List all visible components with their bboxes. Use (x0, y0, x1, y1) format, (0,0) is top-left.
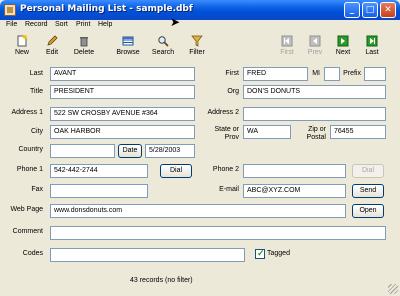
email-label: E-mail (219, 186, 239, 193)
address1-field[interactable]: 522 SW CROSBY AVENUE #364 (50, 107, 195, 121)
open-webpage-button[interactable]: Open (352, 204, 384, 218)
magnifier-icon (158, 36, 169, 47)
pencil-icon (47, 35, 58, 46)
first-record-icon (281, 35, 293, 47)
fax-label: Fax (31, 186, 43, 193)
trash-icon (80, 37, 88, 47)
menu-help[interactable]: Help (98, 21, 112, 28)
address1-label: Address 1 (11, 109, 43, 116)
status-text: 43 records (no filter) (130, 277, 193, 284)
fax-field[interactable] (50, 184, 148, 198)
tagged-checkbox[interactable] (255, 248, 265, 259)
dial-phone1-button[interactable]: Dial (160, 164, 192, 178)
country-field[interactable] (50, 144, 115, 158)
edit-button[interactable]: Edit (35, 33, 69, 63)
menu-file[interactable]: File (6, 21, 17, 28)
maximize-button[interactable]: □ (362, 2, 378, 18)
tagged-label: Tagged (267, 250, 290, 257)
dial-phone2-button[interactable]: Dial (352, 164, 384, 178)
phone2-field[interactable] (243, 164, 346, 178)
webpage-field[interactable]: www.donsdonuts.com (50, 204, 346, 218)
state-label: State or Prov (214, 126, 239, 141)
delete-label: Delete (73, 49, 95, 56)
resize-grip-icon[interactable] (388, 284, 398, 294)
prefix-label: Prefix (343, 70, 361, 77)
first-name-field[interactable]: FRED (243, 67, 308, 81)
last-name-label: Last (29, 70, 43, 77)
menu-bar: File Record Sort Print Help (0, 20, 400, 31)
address2-field[interactable] (243, 107, 386, 121)
menu-print[interactable]: Print (76, 21, 90, 28)
title-field[interactable]: PRESIDENT (50, 85, 195, 99)
menu-record[interactable]: Record (25, 21, 48, 28)
delete-button[interactable]: Delete (67, 33, 101, 63)
codes-label: Codes (22, 250, 43, 257)
edit-label: Edit (45, 49, 59, 56)
zip-field[interactable]: 76455 (330, 125, 386, 139)
last-name-field[interactable]: AVANT (50, 67, 195, 81)
phone1-label: Phone 1 (16, 166, 43, 173)
webpage-label: Web Page (10, 206, 43, 213)
city-label: City (30, 128, 43, 135)
browse-button[interactable]: Browse (111, 33, 145, 63)
next-record-icon (337, 35, 349, 47)
middle-initial-field[interactable] (324, 67, 340, 81)
prefix-field[interactable] (364, 67, 386, 81)
new-button[interactable]: New (5, 33, 39, 63)
date-field[interactable]: 5/28/2003 (145, 144, 195, 158)
date-button[interactable]: Date (118, 144, 142, 158)
email-field[interactable]: ABC@XYZ.COM (243, 184, 346, 198)
last-label: Last (365, 49, 379, 56)
org-field[interactable]: DON'S DONUTS (243, 85, 386, 99)
minimize-button[interactable]: _ (344, 2, 360, 18)
last-button[interactable]: Last (355, 33, 389, 63)
title-label: Title (30, 88, 43, 95)
last-record-icon (366, 35, 378, 47)
window-title: Personal Mailing List - sample.dbf (20, 4, 193, 14)
address2-label: Address 2 (207, 109, 239, 116)
org-label: Org (227, 88, 239, 95)
app-icon[interactable] (4, 4, 16, 16)
zip-label: Zip or Postal (306, 126, 326, 141)
new-document-icon (17, 35, 27, 47)
send-email-button[interactable]: Send (352, 184, 384, 198)
phone2-label: Phone 2 (212, 166, 239, 173)
table-icon (122, 36, 134, 46)
menu-sort[interactable]: Sort (55, 21, 68, 28)
search-label: Search (151, 49, 175, 56)
filter-icon (191, 35, 203, 47)
search-button[interactable]: Search (146, 33, 180, 63)
new-label: New (14, 49, 29, 56)
filter-label: Filter (189, 49, 205, 56)
title-bar[interactable]: Personal Mailing List - sample.dbf _ □ ✕ (0, 0, 400, 20)
middle-initial-label: MI (312, 70, 320, 77)
prev-record-icon (309, 35, 321, 47)
phone1-field[interactable]: 542-442-2744 (50, 164, 148, 178)
state-field[interactable]: WA (243, 125, 291, 139)
comment-label: Comment (12, 228, 43, 235)
browse-label: Browse (116, 49, 140, 56)
codes-field[interactable] (50, 248, 245, 262)
city-field[interactable]: OAK HARBOR (50, 125, 195, 139)
filter-button[interactable]: Filter (180, 33, 214, 63)
first-name-label: First (225, 70, 239, 77)
close-button[interactable]: ✕ (380, 2, 396, 18)
comment-field[interactable] (50, 226, 386, 240)
country-label: Country (18, 146, 43, 153)
